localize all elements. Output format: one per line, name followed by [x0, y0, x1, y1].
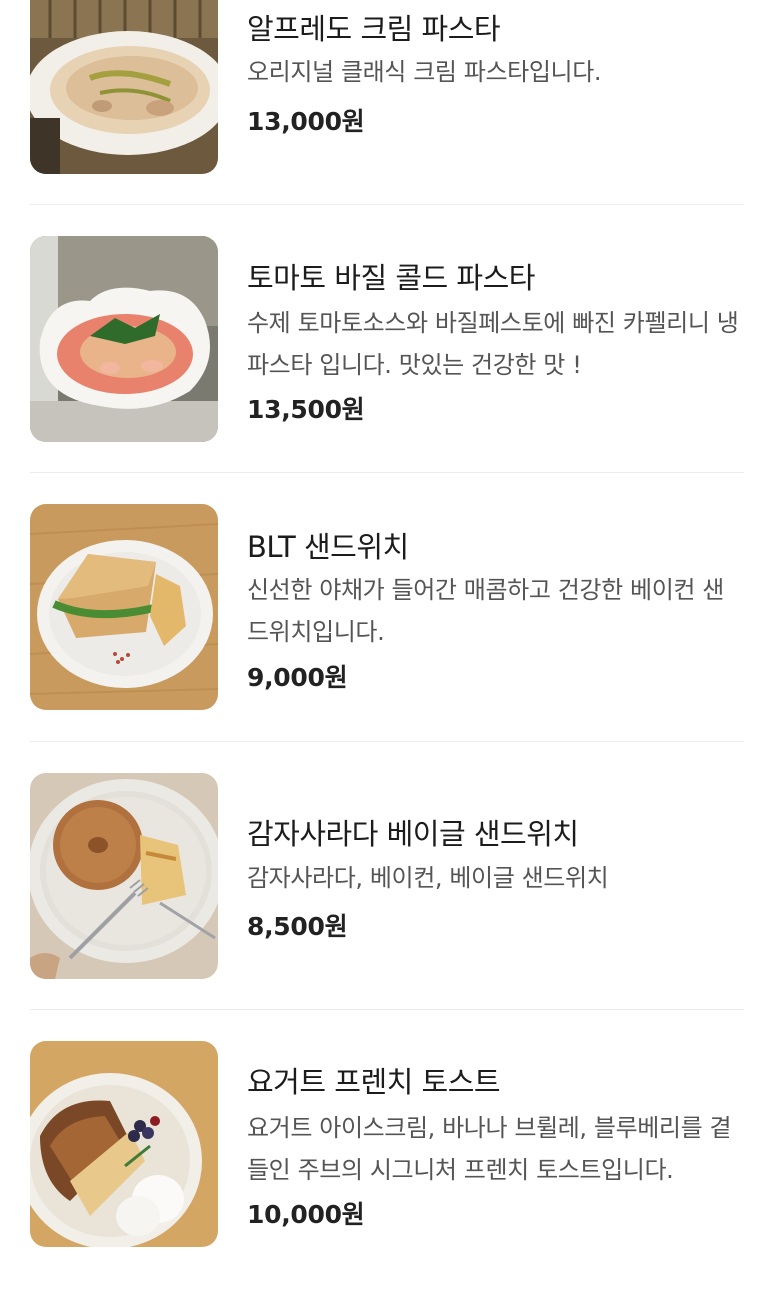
menu-item-name: 알프레도 크림 파스타: [247, 12, 501, 46]
menu-item[interactable]: BLT 샌드위치 신선한 야채가 들어간 매콤하고 건강한 베이컨 샌드위치입니…: [0, 504, 773, 772]
menu-item[interactable]: 감자사라다 베이글 샌드위치 감자사라다, 베이컨, 베이글 샌드위치 8,50…: [0, 773, 773, 1041]
divider: [30, 204, 744, 205]
menu-item-description: 감자사라다, 베이컨, 베이글 샌드위치: [247, 864, 609, 892]
menu-item-description: 오리지널 클래식 크림 파스타입니다.: [247, 58, 602, 86]
menu-item-name: BLT 샌드위치: [247, 530, 409, 564]
blt-sandwich-photo[interactable]: [30, 504, 218, 710]
divider: [30, 741, 744, 742]
menu-item-price: 8,500원: [247, 912, 348, 941]
menu-item-price: 9,000원: [247, 663, 348, 692]
menu-item-name: 요거트 프렌치 토스트: [247, 1065, 501, 1099]
divider: [30, 1009, 744, 1010]
menu-item[interactable]: 토마토 바질 콜드 파스타 수제 토마토소스와 바질페스토에 빠진 카펠리니 냉…: [0, 236, 773, 504]
menu-item[interactable]: 요거트 프렌치 토스트 요거트 아이스크림, 바나나 브륄레, 블루베리를 곁들…: [0, 1041, 773, 1309]
menu-item-name: 토마토 바질 콜드 파스타: [247, 261, 535, 295]
menu-item-price: 10,000원: [247, 1200, 365, 1229]
menu-item-description: 신선한 야채가 들어간 매콤하고 건강한 베이컨 샌드위치입니다.: [247, 576, 724, 646]
tomato-basil-pasta-photo[interactable]: [30, 236, 218, 442]
menu-item-price: 13,000원: [247, 107, 365, 136]
menu-item-description: 수제 토마토소스와 바질페스토에 빠진 카펠리니 냉 파스타 입니다. 맛있는 …: [247, 309, 739, 379]
menu-item[interactable]: 알프레도 크림 파스타 오리지널 클래식 크림 파스타입니다. 13,000원: [0, 0, 773, 236]
cream-pasta-photo[interactable]: [30, 0, 218, 174]
divider: [30, 472, 744, 473]
menu-item-name: 감자사라다 베이글 샌드위치: [247, 817, 579, 851]
menu-item-description: 요거트 아이스크림, 바나나 브륄레, 블루베리를 곁들인 주브의 시그니처 프…: [247, 1114, 732, 1184]
bagel-sandwich-photo[interactable]: [30, 773, 218, 979]
menu-list: 알프레도 크림 파스타 오리지널 클래식 크림 파스타입니다. 13,000원 …: [0, 0, 773, 1247]
french-toast-photo[interactable]: [30, 1041, 218, 1247]
menu-item-price: 13,500원: [247, 395, 365, 424]
